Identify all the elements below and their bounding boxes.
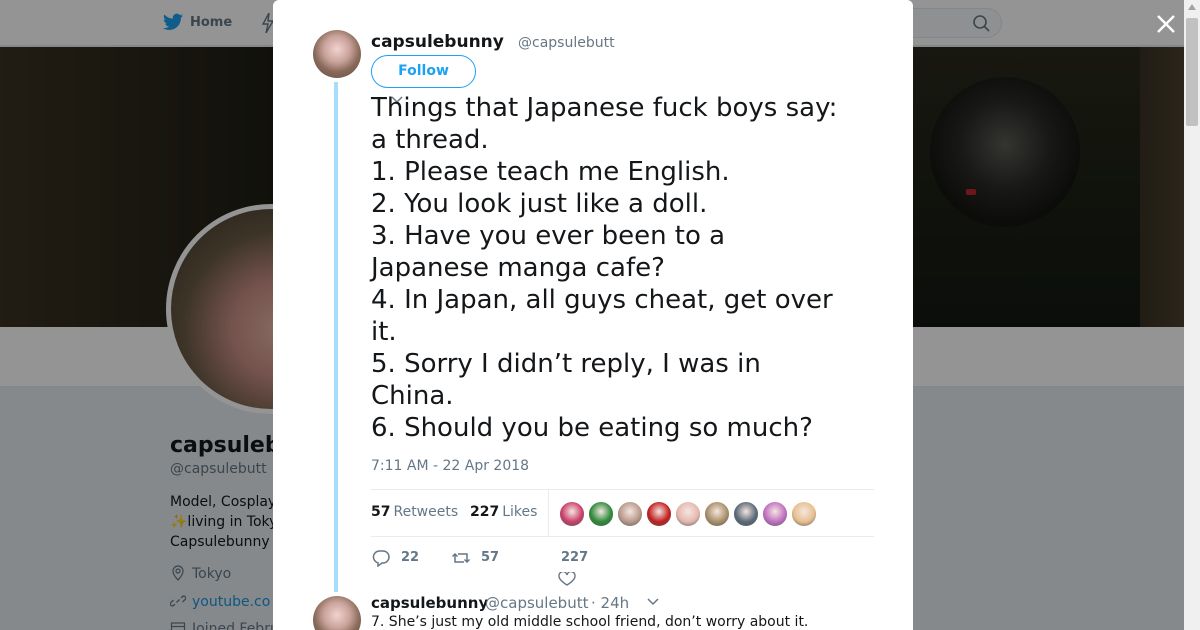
tweet-text-line: 4. In Japan, all guys cheat, get over [371, 285, 833, 315]
retweets-stat[interactable]: 57 Retweets [371, 504, 458, 520]
like-count: 227 [561, 550, 589, 565]
tweet-text-line: a thread. [371, 125, 489, 155]
scrollbar-thumb[interactable] [1186, 18, 1198, 126]
retweets-label: Retweets [393, 504, 459, 520]
thread-connector-line [334, 82, 338, 592]
tweet-text-line: it. [371, 317, 397, 347]
liker-avatar[interactable] [675, 501, 701, 527]
liker-avatar[interactable] [762, 501, 788, 527]
liker-avatar[interactable] [617, 501, 643, 527]
likes-stat[interactable]: 227 Likes [470, 504, 537, 520]
tweet-stats: 57 Retweets 227 Likes [371, 489, 874, 537]
reply-author-avatar[interactable] [313, 596, 361, 630]
liker-avatar[interactable] [646, 501, 672, 527]
tweet-text-line: 5. Sorry I didn’t reply, I was in [371, 349, 761, 379]
reply-count: 22 [401, 550, 420, 565]
liker-avatar[interactable] [588, 501, 614, 527]
retweets-count: 57 [371, 504, 391, 520]
tweet-text-line: 1. Please teach me English. [371, 157, 730, 187]
close-icon[interactable] [1154, 12, 1178, 36]
retweet-icon [451, 552, 471, 564]
liker-avatar[interactable] [559, 501, 585, 527]
liker-avatar[interactable] [733, 501, 759, 527]
tweet-text-line: 2. You look just like a doll. [371, 189, 708, 219]
tweet-text-line: 3. Have you ever been to a [371, 221, 726, 251]
author-handle[interactable]: @capsulebutt [518, 35, 615, 51]
tweet-text-line: China. [371, 381, 454, 411]
liker-avatar[interactable] [791, 501, 817, 527]
liker-avatar[interactable] [704, 501, 730, 527]
heart-icon[interactable] [558, 572, 576, 586]
likes-count: 227 [470, 504, 500, 520]
reply-time[interactable]: · 24h [591, 594, 629, 612]
stats-divider [548, 490, 549, 536]
retweet-count: 57 [481, 550, 500, 565]
reply-text: 7. She’s just my old middle school frien… [371, 614, 809, 630]
tweet-timestamp[interactable]: 7:11 AM - 22 Apr 2018 [371, 458, 529, 474]
reply-author-name[interactable]: capsulebunny [371, 594, 488, 612]
reply-author-handle[interactable]: @capsulebutt [485, 594, 588, 612]
reply-icon [372, 550, 390, 567]
chevron-down-icon[interactable] [647, 598, 659, 606]
likes-label: Likes [502, 504, 538, 520]
tweet-text-line: Things that Japanese fuck boys say: [371, 93, 838, 123]
author-name[interactable]: capsulebunny [371, 32, 504, 52]
tweet-text: Things that Japanese fuck boys say: a th… [371, 92, 876, 444]
author-avatar[interactable] [313, 30, 361, 78]
tweet-text-line: Japanese manga cafe? [371, 253, 665, 283]
follow-button[interactable]: Follow [371, 55, 476, 88]
tweet-modal: capsulebunny @capsulebutt Follow Things … [273, 0, 913, 630]
tweet-text-line: 6. Should you be eating so much? [371, 413, 813, 443]
scroll-up-arrow-icon[interactable] [1188, 4, 1196, 10]
